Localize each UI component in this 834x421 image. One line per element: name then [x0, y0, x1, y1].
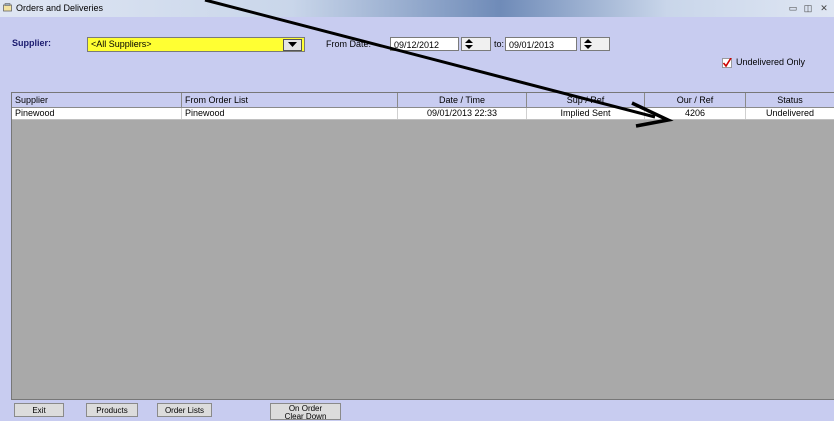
to-date-input[interactable]: 09/01/2013 — [505, 37, 577, 51]
undelivered-only-label: Undelivered Only — [736, 57, 806, 67]
from-date-label: From Date: — [326, 39, 372, 49]
spin-up-icon[interactable] — [581, 38, 595, 50]
cell-supplier: Pinewood — [12, 108, 182, 119]
column-header-sup-ref[interactable]: Sup / Ref — [527, 93, 645, 107]
exit-button[interactable]: Exit — [14, 403, 64, 417]
table-header: Supplier From Order List Date / Time Sup… — [12, 93, 834, 108]
on-order-label-line2: Clear Down — [284, 412, 327, 421]
from-date-spinner[interactable] — [461, 37, 491, 51]
to-label: to: — [494, 39, 505, 49]
cell-from-order-list: Pinewood — [182, 108, 398, 119]
app-icon — [3, 3, 13, 13]
checkmark-icon[interactable] — [722, 57, 732, 68]
column-header-date-time[interactable]: Date / Time — [398, 93, 527, 107]
maximize-button[interactable]: ◫ — [801, 2, 815, 14]
dropdown-arrow-icon[interactable] — [283, 39, 302, 51]
on-order-clear-down-button[interactable]: On Order Clear Down — [270, 403, 341, 421]
from-date-input[interactable]: 09/12/2012 — [390, 37, 459, 51]
window-title: Orders and Deliveries — [16, 3, 104, 13]
supplier-value: <All Suppliers> — [91, 39, 152, 49]
column-header-status[interactable]: Status — [746, 93, 834, 107]
supplier-dropdown[interactable]: <All Suppliers> — [87, 37, 305, 52]
column-header-supplier[interactable]: Supplier — [12, 93, 182, 107]
cell-status: Undelivered — [765, 108, 815, 118]
title-bar: Orders and Deliveries ▭ ◫ ✕ — [0, 0, 834, 18]
cell-sup-ref: Implied Sent — [527, 108, 645, 119]
minimize-button[interactable]: ▭ — [786, 2, 800, 14]
cell-date-time: 09/01/2013 22:33 — [398, 108, 527, 119]
orders-table: Supplier From Order List Date / Time Sup… — [11, 92, 834, 400]
supplier-label: Supplier: — [12, 38, 52, 48]
products-button[interactable]: Products — [86, 403, 138, 417]
column-header-from-order-list[interactable]: From Order List — [182, 93, 398, 107]
close-button[interactable]: ✕ — [816, 2, 832, 14]
to-date-spinner[interactable] — [580, 37, 610, 51]
order-lists-button[interactable]: Order Lists — [157, 403, 212, 417]
cell-our-ref: 4206 — [645, 108, 746, 119]
column-header-our-ref[interactable]: Our / Ref — [645, 93, 746, 107]
bottom-toolbar: Exit Products Order Lists On Order Clear… — [0, 401, 834, 421]
spin-up-icon[interactable] — [462, 38, 476, 50]
table-row[interactable]: Pinewood Pinewood 09/01/2013 22:33 Impli… — [12, 108, 834, 120]
